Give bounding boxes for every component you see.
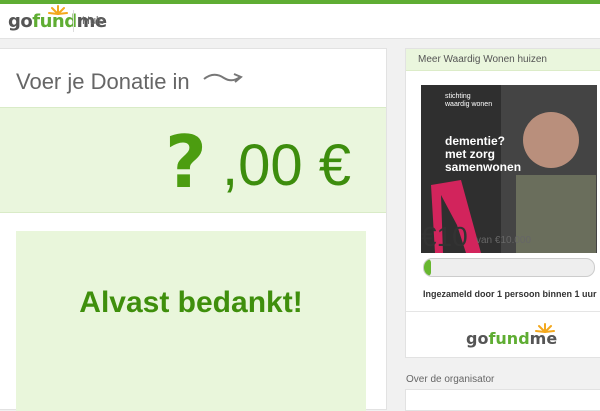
card-divider [406,311,600,312]
thanks-box: Alvast bedankt! [16,231,366,411]
image-brand: stichting waardig wonen [445,93,493,108]
curved-arrow-icon [203,73,243,83]
raised-amount: €10 [421,221,468,252]
footer-logo[interactable]: gofundme [466,323,557,348]
sun-icon [535,323,555,333]
donation-panel: Voer je Donatie in ? ,00 € Alvast bedank… [0,48,387,411]
top-header: gofundme Hulp [0,4,600,39]
header-divider [73,10,74,32]
raised-info: Ingezameld door 1 persoon binnen 1 uur [423,289,597,299]
help-link[interactable]: Hulp [82,15,105,27]
thanks-message: Alvast bedankt! [79,286,303,319]
donation-title: Voer je Donatie in [16,69,190,94]
campaign-title[interactable]: Meer Waardig Wonen huizen [406,49,600,71]
logo-go: go [8,11,33,32]
progress-fill [424,259,431,276]
goal-text: van €10.000 [476,235,532,246]
sun-icon [48,5,68,15]
amount-question-mark: ? [165,120,207,204]
image-tagline: dementie? met zorg samenwonen [445,134,522,174]
amount-input-area[interactable]: ? ,00 € [0,107,386,213]
organizer-card [405,389,600,411]
amount-suffix: ,00 € [222,133,351,198]
progress-bar [423,258,595,277]
organizer-label: Over de organisator [406,374,495,385]
campaign-card: Meer Waardig Wonen huizen stichting waar… [405,48,600,358]
